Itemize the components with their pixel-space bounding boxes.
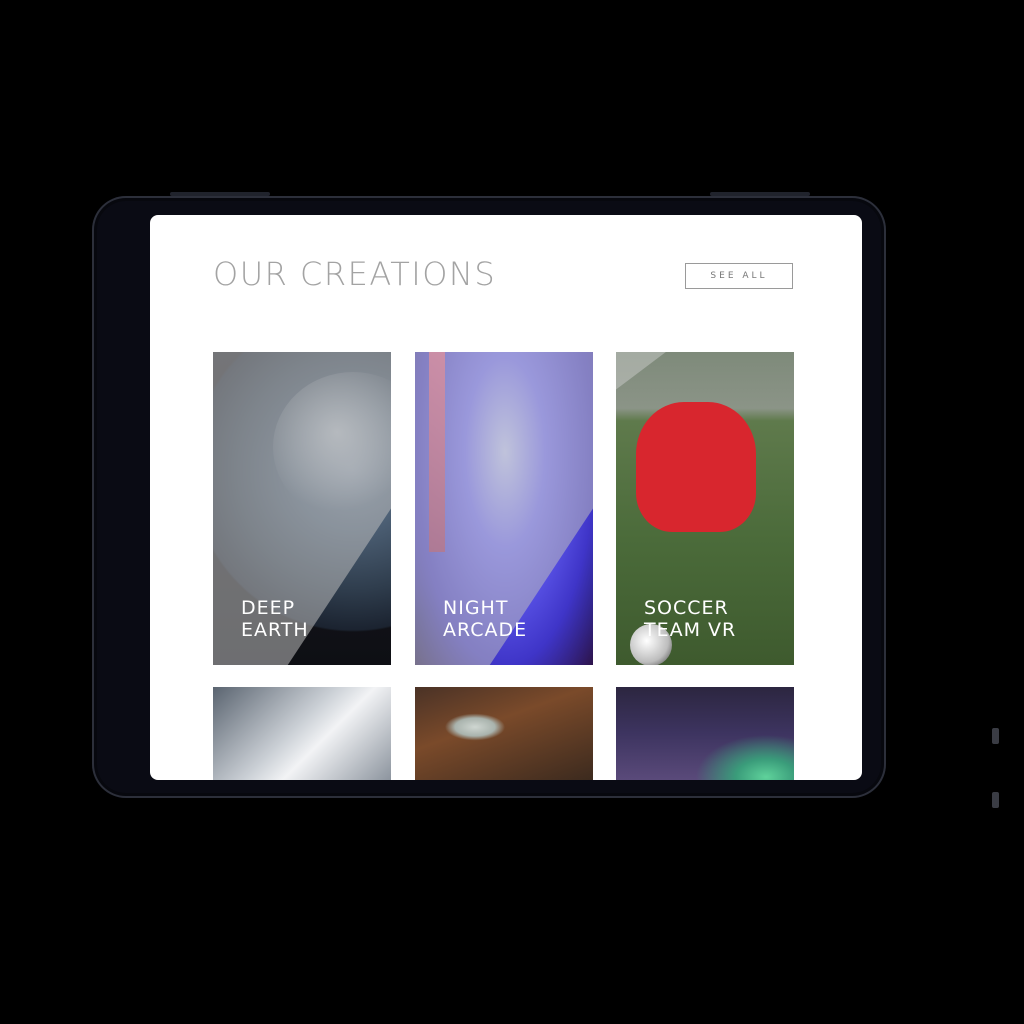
card-title-line: ARCADE [443,619,528,641]
creation-card-car[interactable] [213,687,391,780]
race-track-image [415,687,593,780]
creation-card-deep-earth[interactable]: DEEP EARTH [213,352,391,665]
tablet-screen: OUR CREATIONS SEE ALL DEEP EARTH NIGHT A… [150,215,862,780]
side-indicator [992,728,999,744]
creation-card-night-arcade[interactable]: NIGHT ARCADE [415,352,593,665]
creation-card-soccer-team-vr[interactable]: SOCCER TEAM VR [616,352,794,665]
card-title: DEEP EARTH [241,597,381,641]
card-title-line: EARTH [241,619,309,641]
card-title-line: SOCCER [644,597,729,619]
see-all-button[interactable]: SEE ALL [685,263,793,289]
card-title: NIGHT ARCADE [443,597,583,641]
creation-card-race-track[interactable] [415,687,593,780]
car-image [213,687,391,780]
card-title: SOCCER TEAM VR [644,597,784,641]
stage: OUR CREATIONS SEE ALL DEEP EARTH NIGHT A… [0,0,1024,1024]
card-title-line: NIGHT [443,597,509,619]
side-indicator [992,792,999,808]
aurora-image [616,687,794,780]
page-title: OUR CREATIONS [213,255,497,293]
creation-card-aurora[interactable] [616,687,794,780]
card-title-line: DEEP [241,597,296,619]
card-title-line: TEAM VR [644,619,737,641]
